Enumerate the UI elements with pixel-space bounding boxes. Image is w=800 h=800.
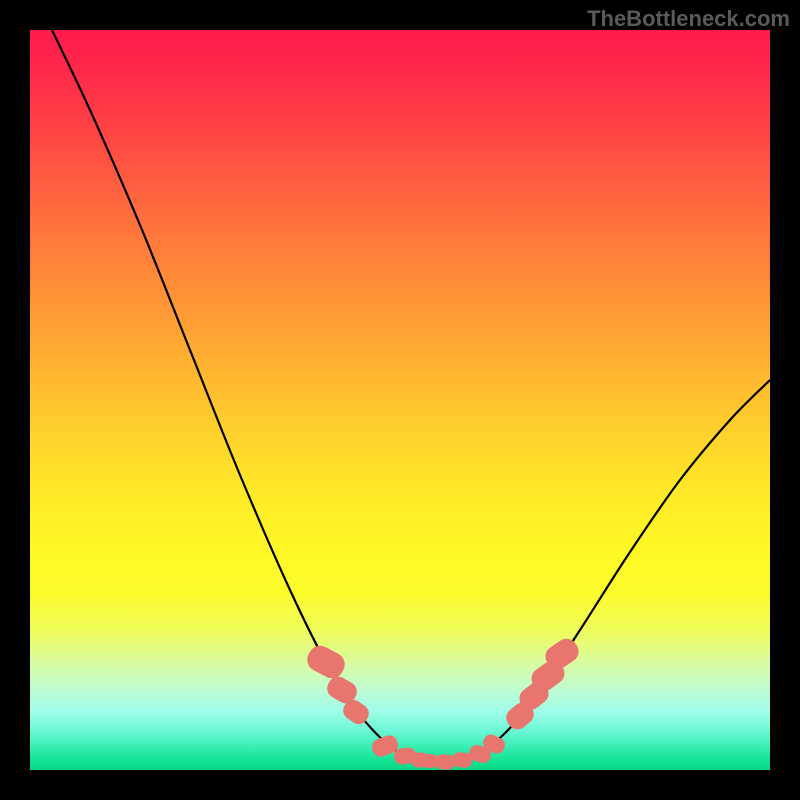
- highlight-markers-group: [303, 635, 583, 770]
- plot-area: [30, 30, 770, 770]
- chart-container: TheBottleneck.com: [0, 0, 800, 800]
- bottleneck-curve-path: [52, 30, 770, 763]
- watermark-text: TheBottleneck.com: [587, 6, 790, 32]
- highlight-marker: [303, 642, 349, 683]
- chart-svg: [30, 30, 770, 770]
